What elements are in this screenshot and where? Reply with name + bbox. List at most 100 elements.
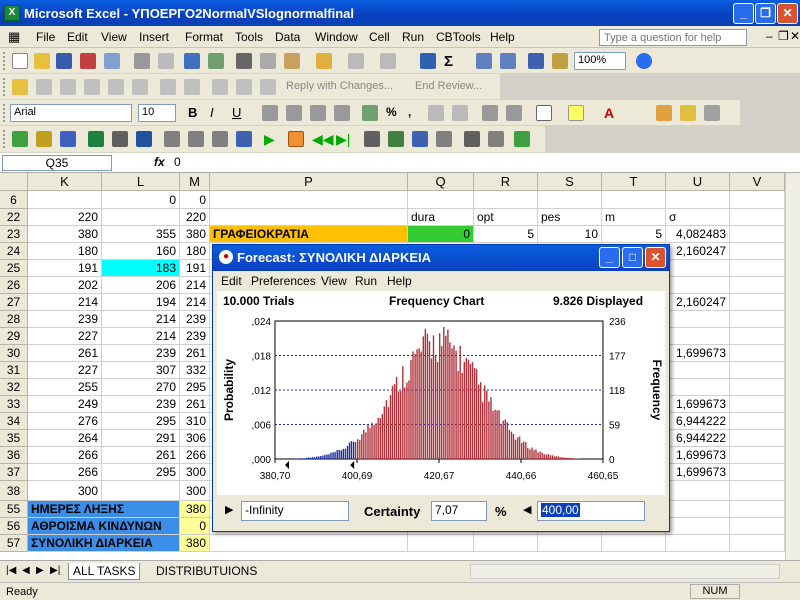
create-report-icon[interactable] — [464, 131, 480, 147]
clear-data-icon[interactable] — [212, 131, 228, 147]
row-header-35[interactable]: 35 — [0, 430, 28, 447]
sensitivity-chart-icon[interactable] — [436, 131, 452, 147]
cell-l25[interactable]: 183 — [102, 260, 180, 277]
forecast-menu-edit[interactable]: Edit — [221, 274, 242, 288]
new-icon[interactable] — [12, 53, 28, 69]
row-header-36[interactable]: 36 — [0, 447, 28, 464]
name-box[interactable]: Q35 — [2, 155, 112, 171]
cell-u24[interactable]: 2,160247 — [666, 243, 730, 260]
menu-help[interactable]: Help — [490, 30, 515, 44]
cell-u23[interactable]: 4,082483 — [666, 226, 730, 243]
increase-decimal-icon[interactable] — [428, 105, 444, 121]
addin-icon-3[interactable] — [704, 105, 720, 121]
font-color-icon[interactable]: A — [604, 105, 620, 121]
cell-s6[interactable] — [538, 191, 602, 209]
help-search-input[interactable] — [599, 29, 747, 46]
forecast-menu-help[interactable]: Help — [387, 274, 412, 288]
cell-v26[interactable] — [730, 277, 785, 294]
last-sheet-icon[interactable]: ▶| — [50, 565, 60, 576]
cell-k31[interactable]: 227 — [28, 362, 102, 379]
bold-icon[interactable]: B — [188, 105, 204, 121]
row-header-33[interactable]: 33 — [0, 396, 28, 413]
menu-cell[interactable]: Cell — [369, 30, 390, 44]
forecast-menu-view[interactable]: View — [321, 274, 347, 288]
forecast-menu-run[interactable]: Run — [355, 274, 377, 288]
row-header-6[interactable]: 6 — [0, 191, 28, 209]
menu-view[interactable]: View — [101, 30, 127, 44]
single-step-icon[interactable]: ▶| — [336, 131, 352, 147]
cell-m57[interactable]: 380 — [180, 535, 210, 552]
cell-u27[interactable]: 2,160247 — [666, 294, 730, 311]
row-header-23[interactable]: 23 — [0, 226, 28, 243]
extract-data-icon[interactable] — [488, 131, 504, 147]
column-header-v[interactable]: V — [730, 173, 785, 191]
cell-v24[interactable] — [730, 243, 785, 260]
cell-u26[interactable] — [666, 277, 730, 294]
row-header-25[interactable]: 25 — [0, 260, 28, 277]
cell-v37[interactable] — [730, 464, 785, 481]
cell-k6[interactable] — [28, 191, 102, 209]
decrease-decimal-icon[interactable] — [452, 105, 468, 121]
cell-k22[interactable]: 220 — [28, 209, 102, 226]
cell-k32[interactable]: 255 — [28, 379, 102, 396]
cell-l38[interactable] — [102, 481, 180, 501]
review-icon-6[interactable] — [132, 79, 148, 95]
review-icon-3[interactable] — [60, 79, 76, 95]
review-icon-9[interactable] — [212, 79, 228, 95]
lower-bound-input[interactable]: -Infinity — [241, 501, 349, 521]
cell-m30[interactable]: 261 — [180, 345, 210, 362]
spelling-icon[interactable] — [184, 53, 200, 69]
cell-u55[interactable] — [666, 501, 730, 518]
cell-u31[interactable] — [666, 362, 730, 379]
cell-v56[interactable] — [730, 518, 785, 535]
cell-k29[interactable]: 227 — [28, 328, 102, 345]
cell-l33[interactable]: 239 — [102, 396, 180, 413]
research-icon[interactable] — [208, 53, 224, 69]
cell-v35[interactable] — [730, 430, 785, 447]
undo-icon[interactable] — [348, 53, 364, 69]
cell-v55[interactable] — [730, 501, 785, 518]
cell-u38[interactable] — [666, 481, 730, 501]
cell-u57[interactable] — [666, 535, 730, 552]
cell-m31[interactable]: 332 — [180, 362, 210, 379]
row-header-27[interactable]: 27 — [0, 294, 28, 311]
permission-icon[interactable] — [80, 53, 96, 69]
cell-v23[interactable] — [730, 226, 785, 243]
cell-l22[interactable] — [102, 209, 180, 226]
cell-v57[interactable] — [730, 535, 785, 552]
trend-chart-icon[interactable] — [412, 131, 428, 147]
forecast-minimize-button[interactable]: _ — [599, 247, 620, 268]
column-header-s[interactable]: S — [538, 173, 602, 191]
hyperlink-icon[interactable] — [420, 53, 436, 69]
autosum-icon[interactable]: Σ — [444, 53, 460, 70]
cell-v38[interactable] — [730, 481, 785, 501]
cell-u29[interactable] — [666, 328, 730, 345]
doc-minimize-icon[interactable]: – — [766, 29, 773, 43]
horizontal-scrollbar[interactable] — [470, 564, 780, 579]
cell-q23[interactable]: 0 — [408, 226, 474, 243]
font-select[interactable]: Arial — [10, 104, 132, 122]
cell-u35[interactable]: 6,944222 — [666, 430, 730, 447]
cell-u32[interactable] — [666, 379, 730, 396]
overlay-chart-icon[interactable] — [388, 131, 404, 147]
cell-k34[interactable]: 276 — [28, 413, 102, 430]
upper-bound-input[interactable]: 400,00 — [537, 501, 645, 521]
font-size-select[interactable]: 10 — [138, 104, 176, 122]
cell-t6[interactable] — [602, 191, 666, 209]
cell-k33[interactable]: 249 — [28, 396, 102, 413]
cell-m34[interactable]: 310 — [180, 413, 210, 430]
cell-t23[interactable]: 5 — [602, 226, 666, 243]
row-header-38[interactable]: 38 — [0, 481, 28, 501]
underline-icon[interactable]: U — [232, 105, 248, 121]
row-header-30[interactable]: 30 — [0, 345, 28, 362]
cell-u34[interactable]: 6,944222 — [666, 413, 730, 430]
align-left-icon[interactable] — [262, 105, 278, 121]
percent-icon[interactable]: % — [386, 105, 402, 121]
help-icon[interactable] — [636, 53, 652, 69]
align-center-icon[interactable] — [286, 105, 302, 121]
cell-v6[interactable] — [730, 191, 785, 209]
cell-v25[interactable] — [730, 260, 785, 277]
function-icon[interactable]: fx — [154, 155, 165, 169]
cell-k23[interactable]: 380 — [28, 226, 102, 243]
column-header-t[interactable]: T — [602, 173, 666, 191]
